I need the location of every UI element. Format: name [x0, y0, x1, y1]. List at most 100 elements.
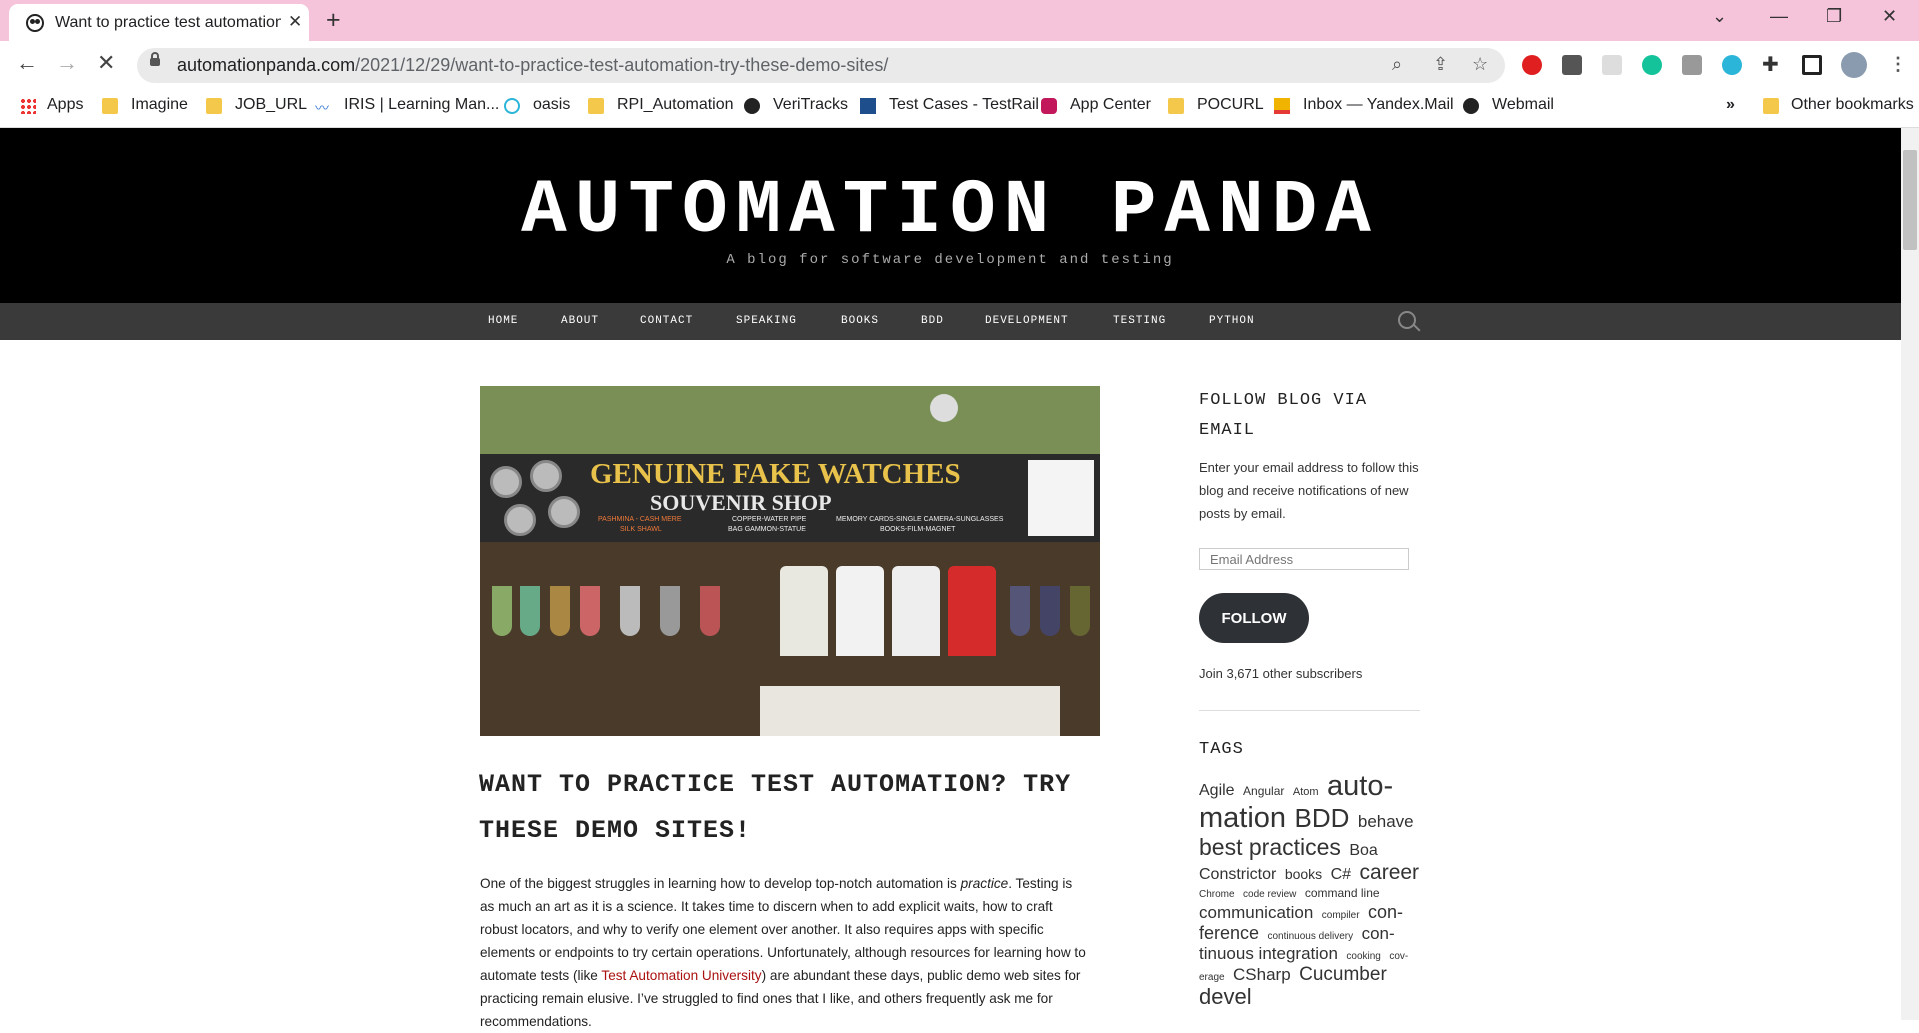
- test-automation-university-link[interactable]: Test Automation University: [601, 968, 761, 983]
- bag-picture: [1070, 586, 1090, 636]
- bookmark-app-center[interactable]: App Center: [1070, 96, 1151, 114]
- more-bookmarks-chevron[interactable]: »: [1726, 96, 1735, 114]
- active-tab[interactable]: Want to practice test automation ✕: [9, 4, 309, 41]
- sidebar-divider: [1199, 710, 1420, 711]
- nav-books[interactable]: BOOKS: [841, 315, 879, 327]
- tag-link[interactable]: books: [1285, 866, 1322, 882]
- bookmark-testrail[interactable]: Test Cases - TestRail: [889, 96, 1039, 114]
- bookmark-imagine[interactable]: Imagine: [131, 96, 188, 114]
- follow-button[interactable]: FOLLOW: [1199, 593, 1309, 643]
- tag-link[interactable]: continuous delivery: [1268, 931, 1354, 942]
- close-tab-icon[interactable]: ✕: [288, 12, 302, 32]
- tag-link[interactable]: command line: [1305, 886, 1380, 900]
- bag-picture: [550, 586, 570, 636]
- bookmark-apps[interactable]: Apps: [47, 96, 83, 114]
- oasis-icon: [504, 98, 520, 114]
- bag-picture: [580, 586, 600, 636]
- tag-link[interactable]: compiler: [1322, 910, 1360, 921]
- tag-link[interactable]: behave: [1358, 812, 1414, 831]
- webmail-icon: [1463, 98, 1479, 114]
- bookmark-veritracks[interactable]: VeriTracks: [773, 96, 848, 114]
- back-icon[interactable]: ←: [16, 50, 38, 76]
- stop-loading-icon[interactable]: ✕: [97, 50, 115, 76]
- tag-link[interactable]: Cucumber: [1299, 964, 1387, 985]
- tag-link[interactable]: BDD: [1295, 803, 1350, 833]
- close-window-icon[interactable]: ✕: [1882, 6, 1897, 27]
- post-body: One of the biggest struggles in learning…: [480, 872, 1090, 1033]
- nav-bdd[interactable]: BDD: [921, 315, 944, 327]
- tag-link[interactable]: career: [1360, 861, 1420, 884]
- adblock-extension-icon[interactable]: [1522, 55, 1542, 75]
- site-title[interactable]: AUTOMATION PANDA: [0, 168, 1900, 254]
- panda-favicon-icon: [26, 14, 44, 32]
- bag-picture: [520, 586, 540, 636]
- url-text[interactable]: automationpanda.com/2021/12/29/want-to-p…: [177, 55, 888, 76]
- search-icon[interactable]: [1398, 311, 1416, 329]
- folder-icon: [102, 98, 118, 114]
- nav-testing[interactable]: TESTING: [1113, 315, 1166, 327]
- nav-development[interactable]: DEVELOPMENT: [985, 315, 1069, 327]
- zoom-icon[interactable]: ⌕: [1392, 54, 1402, 75]
- email-field[interactable]: [1199, 548, 1409, 570]
- shirt-picture: [892, 566, 940, 656]
- avatar[interactable]: [1841, 52, 1867, 78]
- sign-small-mid-2: BAG GAMMON-STATUE: [728, 526, 806, 533]
- satellite-dish: [930, 394, 958, 422]
- bookmark-webmail[interactable]: Webmail: [1492, 96, 1554, 114]
- nav-python[interactable]: PYTHON: [1209, 315, 1255, 327]
- shirt-picture: [948, 566, 996, 656]
- tag-link[interactable]: C#: [1331, 866, 1351, 883]
- tag-link[interactable]: communication: [1199, 903, 1313, 922]
- bookmark-rpi-automation[interactable]: RPI_Automation: [617, 96, 734, 114]
- tag-link[interactable]: Agile: [1199, 782, 1235, 799]
- restore-icon[interactable]: ❐: [1826, 6, 1842, 27]
- bookmark-pocurl[interactable]: POCURL: [1197, 96, 1264, 114]
- scrollbar-thumb[interactable]: [1903, 150, 1917, 250]
- new-tab-icon[interactable]: +: [326, 6, 341, 35]
- bookmark-star-icon[interactable]: ☆: [1472, 54, 1488, 75]
- nav-about[interactable]: ABOUT: [561, 315, 599, 327]
- forward-icon[interactable]: →: [56, 50, 78, 76]
- menu-kebab-icon[interactable]: ⋮: [1889, 54, 1907, 75]
- tag-link[interactable]: CSharp: [1233, 965, 1291, 984]
- cursor-extension-icon[interactable]: [1602, 55, 1622, 75]
- folder-icon: [1763, 98, 1779, 114]
- bookmark-iris[interactable]: IRIS | Learning Man...: [344, 96, 499, 114]
- camera-extension-icon[interactable]: [1682, 55, 1702, 75]
- extension-icon[interactable]: [1562, 55, 1582, 75]
- nav-speaking[interactable]: SPEAKING: [736, 315, 797, 327]
- tag-link[interactable]: Angular: [1243, 784, 1284, 798]
- subscriber-count: Join 3,671 other subscribers: [1199, 666, 1363, 681]
- bag-picture: [1040, 586, 1060, 636]
- nav-contact[interactable]: CONTACT: [640, 315, 693, 327]
- hats-display: [760, 686, 1060, 736]
- tab-search-chevron-icon[interactable]: ⌄: [1712, 6, 1727, 27]
- bookmark-oasis[interactable]: oasis: [533, 96, 570, 114]
- grammarly-extension-icon[interactable]: [1642, 55, 1662, 75]
- tag-link[interactable]: cooking: [1346, 951, 1380, 962]
- bookmark-job-url[interactable]: JOB_URL: [235, 96, 307, 114]
- tag-link[interactable]: Atom: [1293, 786, 1319, 798]
- sign-small-right-2: BOOKS-FILM-MAGNET: [880, 526, 956, 533]
- minimize-icon[interactable]: —: [1770, 6, 1788, 27]
- lock-icon[interactable]: [150, 52, 160, 66]
- tag-link[interactable]: best practices: [1199, 834, 1341, 860]
- extensions-puzzle-icon[interactable]: ✚: [1762, 52, 1779, 77]
- price-board: [1028, 460, 1094, 536]
- nav-home[interactable]: HOME: [488, 315, 518, 327]
- shirt-picture: [780, 566, 828, 656]
- share-icon[interactable]: ⇪: [1433, 54, 1448, 75]
- tag-link[interactable]: devel: [1199, 984, 1252, 1009]
- post-text-1: One of the biggest struggles in learning…: [480, 876, 961, 891]
- bookmark-yandex-mail[interactable]: Inbox — Yandex.Mail: [1303, 96, 1454, 114]
- robot-extension-icon[interactable]: [1722, 55, 1742, 75]
- side-panel-icon[interactable]: [1802, 55, 1822, 75]
- bag-picture: [660, 586, 680, 636]
- page-scrollbar[interactable]: [1901, 128, 1919, 1020]
- tag-link[interactable]: Chrome: [1199, 889, 1235, 900]
- iris-icon: 〰: [315, 100, 329, 116]
- tag-link[interactable]: code review: [1243, 889, 1296, 900]
- mail-icon: [1274, 98, 1290, 114]
- other-bookmarks[interactable]: Other bookmarks: [1791, 96, 1914, 114]
- folder-icon: [206, 98, 222, 114]
